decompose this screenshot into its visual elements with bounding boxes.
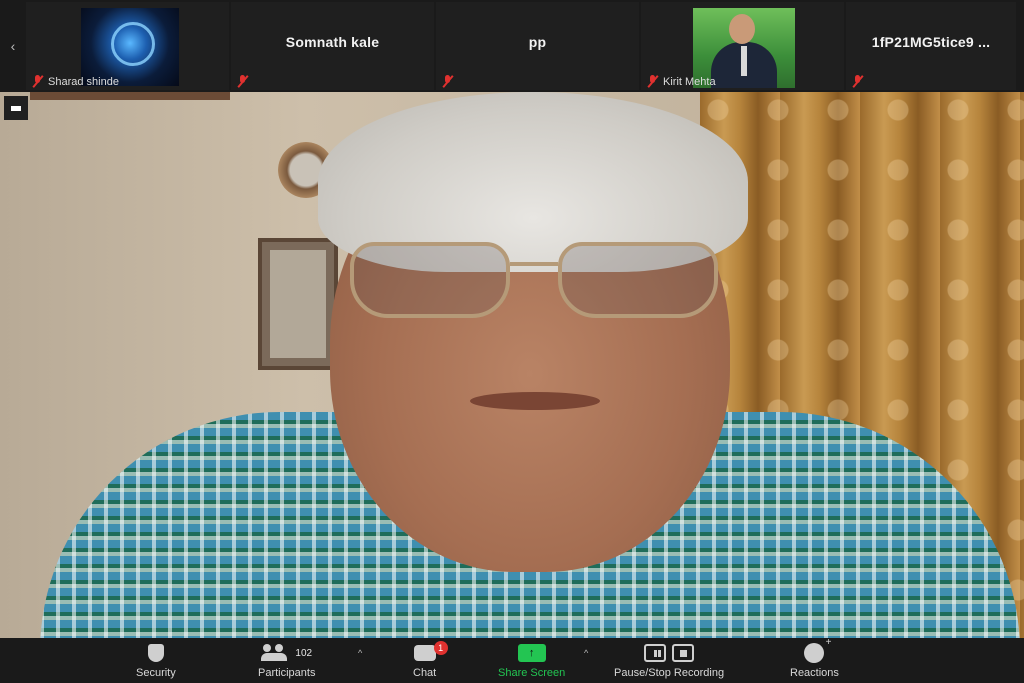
people-icon xyxy=(261,644,291,662)
reactions-button[interactable]: Reactions xyxy=(790,637,839,679)
pause-stop-recording-button[interactable]: Pause/Stop Recording xyxy=(614,642,724,679)
share-caret-icon[interactable]: ^ xyxy=(584,648,588,658)
participant-footer xyxy=(442,75,454,88)
participant-strip: ‹ Sharad shinde Somnath kale pp Kirit Me… xyxy=(0,0,1024,92)
mic-muted-icon xyxy=(442,75,454,88)
participant-name-large: Somnath kale xyxy=(285,34,380,50)
participant-name-large: pp xyxy=(528,34,547,50)
participant-tile-5[interactable]: 1fP21MG5tice9 ... xyxy=(846,2,1016,90)
participant-count: 102 xyxy=(295,647,313,659)
meeting-toolbar: Security 102 Participants ^ 1 Chat ↑ Sha… xyxy=(0,637,1024,683)
chat-badge: 1 xyxy=(433,641,448,655)
chat-button[interactable]: 1 Chat xyxy=(413,641,448,679)
participant-tile-3[interactable]: pp xyxy=(436,2,639,90)
participant-tile-2[interactable]: Somnath kale xyxy=(231,2,434,90)
share-screen-icon: ↑ xyxy=(517,644,546,662)
shield-icon xyxy=(147,644,164,662)
participant-footer: Sharad shinde xyxy=(32,75,119,88)
participant-footer: Kirit Mehta xyxy=(647,75,716,88)
participants-caret-icon[interactable]: ^ xyxy=(358,648,362,658)
participant-name: Sharad shinde xyxy=(48,75,119,88)
active-speaker-video xyxy=(0,92,1024,638)
participants-button[interactable]: 102 Participants xyxy=(258,642,315,679)
smiley-icon xyxy=(804,637,831,663)
participant-name: Kirit Mehta xyxy=(663,75,716,88)
mic-muted-icon xyxy=(32,75,44,88)
mic-muted-icon xyxy=(647,75,659,88)
video-options-icon[interactable] xyxy=(4,96,28,120)
security-button[interactable]: Security xyxy=(136,642,176,679)
pause-icon xyxy=(644,644,667,662)
participant-footer xyxy=(237,75,249,88)
participant-tile-4[interactable]: Kirit Mehta xyxy=(641,2,844,90)
chat-icon: 1 xyxy=(413,641,448,661)
participant-tile-1[interactable]: Sharad shinde xyxy=(26,2,229,90)
participant-name-large: 1fP21MG5tice9 ... xyxy=(871,34,991,50)
mic-muted-icon xyxy=(237,75,249,88)
share-screen-button[interactable]: ↑ Share Screen xyxy=(498,642,565,679)
strip-left-arrow[interactable]: ‹ xyxy=(0,0,26,92)
stop-icon xyxy=(672,644,695,662)
participant-footer xyxy=(852,75,864,88)
mic-muted-icon xyxy=(852,75,864,88)
